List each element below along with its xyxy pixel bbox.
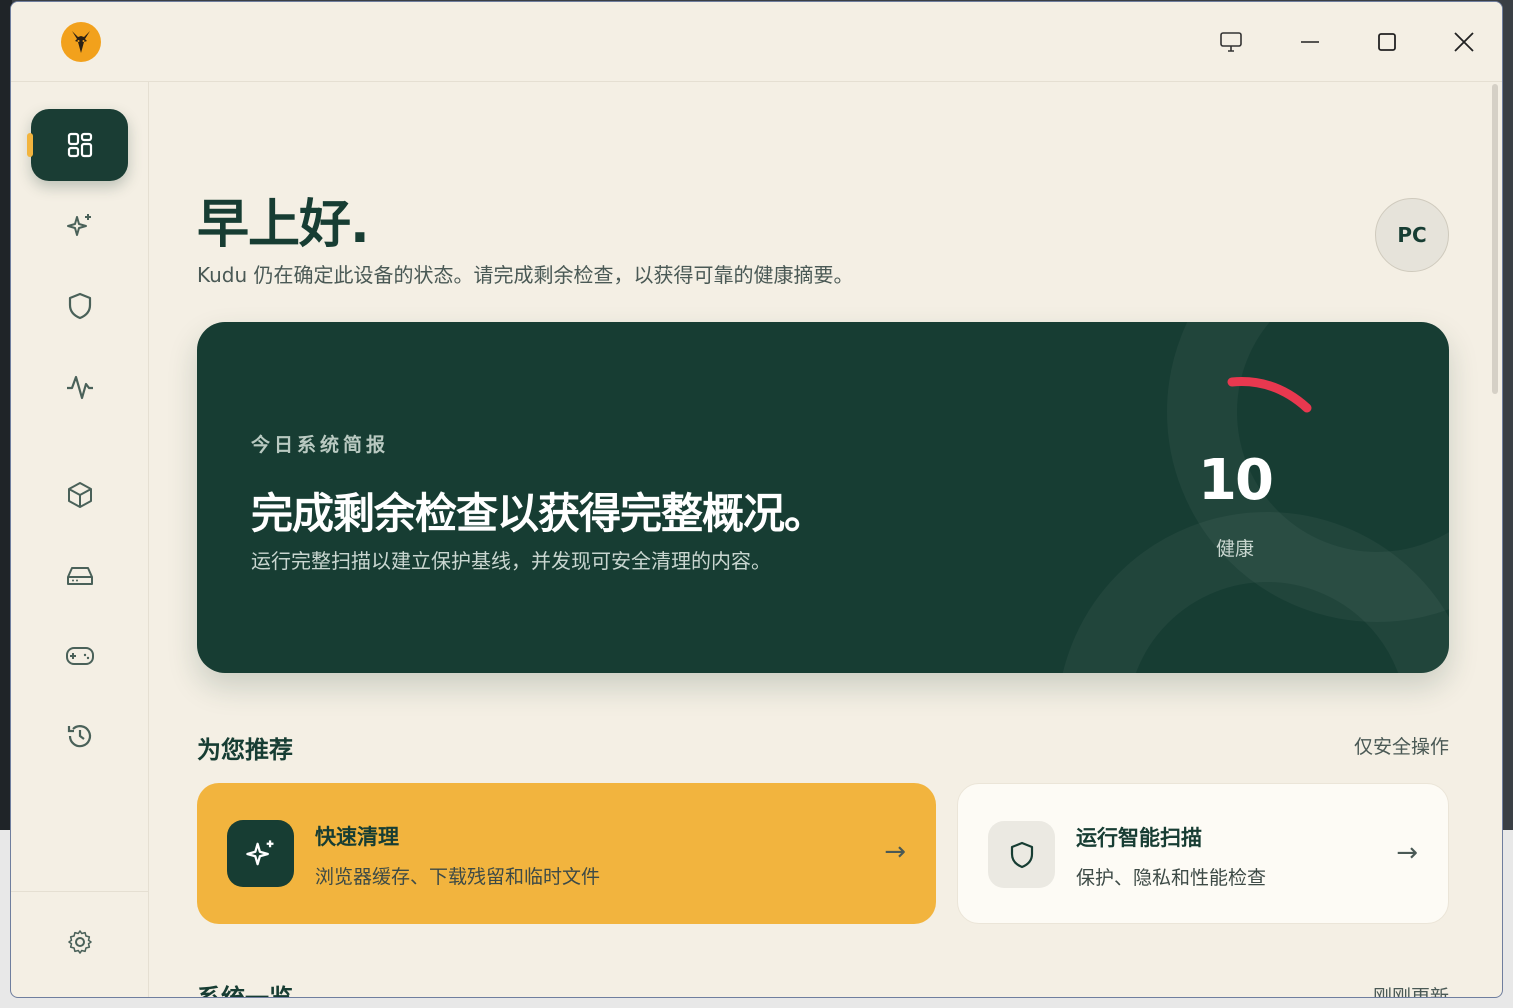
safe-actions-filter-link[interactable]: 仅安全操作: [1354, 732, 1449, 759]
page-subtitle: Kudu 仍在确定此设备的状态。请完成剩余检查，以获得可靠的健康摘要。: [197, 263, 854, 287]
kudu-logo-icon: [72, 31, 90, 53]
sidebar-item-clean[interactable]: [31, 190, 128, 262]
package-icon: [67, 482, 92, 508]
close-icon[interactable]: [1446, 26, 1482, 58]
hard-drive-icon: [66, 567, 93, 585]
page-title: 早上好.: [197, 195, 370, 255]
sparkles-icon: [66, 214, 91, 236]
sidebar-item-apps[interactable]: [31, 459, 128, 531]
recommendations-title: 为您推荐: [197, 736, 293, 764]
activity-icon: [66, 375, 93, 400]
gear-icon: [67, 930, 92, 954]
arrow-right-icon: →: [1396, 838, 1418, 868]
card-title: 快速清理: [315, 825, 399, 849]
sidebar-item-security[interactable]: [31, 270, 128, 342]
gamepad-icon: [65, 647, 94, 665]
kudu-logo: [61, 22, 101, 62]
overview-title: 系统一览: [197, 984, 293, 998]
dashboard-grid-icon: [67, 132, 92, 158]
health-score-value: 10: [1198, 448, 1274, 513]
card-description: 浏览器缓存、下载残留和临时文件: [315, 866, 601, 888]
system-brief-card: 今日系统简报 完成剩余检查以获得完整概况。 运行完整扫描以建立保护基线，并发现可…: [197, 322, 1449, 673]
sidebar-item-performance[interactable]: [31, 351, 128, 423]
overview-updated-status: 刚刚更新: [1372, 986, 1449, 998]
health-score-label: 健康: [1215, 538, 1254, 560]
sidebar-divider: [11, 891, 149, 892]
sidebar-item-dashboard[interactable]: [27, 109, 128, 181]
shield-icon: [68, 292, 91, 320]
brief-description: 运行完整扫描以建立保护基线，并发现可安全清理的内容。: [251, 549, 771, 573]
sidebar-item-storage[interactable]: [31, 540, 128, 612]
sidebar-item-settings[interactable]: [31, 906, 128, 978]
health-score-arc: [1227, 377, 1312, 413]
brief-kicker: 今日系统简报: [251, 434, 390, 456]
scrollbar[interactable]: [1492, 84, 1498, 394]
shield-icon: [988, 821, 1055, 888]
sidebar: [11, 82, 149, 997]
minimize-icon[interactable]: [1292, 26, 1328, 58]
card-description: 保护、隐私和性能检查: [1076, 867, 1267, 889]
main-content: 早上好. Kudu 仍在确定此设备的状态。请完成剩余检查，以获得可靠的健康摘要。…: [197, 82, 1449, 998]
monitor-icon[interactable]: [1213, 26, 1249, 58]
history-icon: [67, 725, 91, 748]
app-window: 早上好. Kudu 仍在确定此设备的状态。请完成剩余检查，以获得可靠的健康摘要。…: [10, 1, 1503, 998]
quick-clean-card[interactable]: 快速清理 浏览器缓存、下载残留和临时文件 →: [197, 783, 936, 924]
title-bar[interactable]: [11, 2, 1502, 82]
card-title: 运行智能扫描: [1076, 826, 1202, 850]
avatar[interactable]: PC: [1375, 198, 1449, 272]
sparkles-icon: [227, 820, 294, 887]
smart-scan-card[interactable]: 运行智能扫描 保护、隐私和性能检查 →: [957, 783, 1449, 924]
brief-title: 完成剩余检查以获得完整概况。: [251, 489, 826, 538]
sidebar-item-gaming[interactable]: [31, 620, 128, 692]
maximize-icon[interactable]: [1369, 26, 1405, 58]
arrow-right-icon: →: [884, 837, 906, 867]
sidebar-item-history[interactable]: [31, 700, 128, 772]
